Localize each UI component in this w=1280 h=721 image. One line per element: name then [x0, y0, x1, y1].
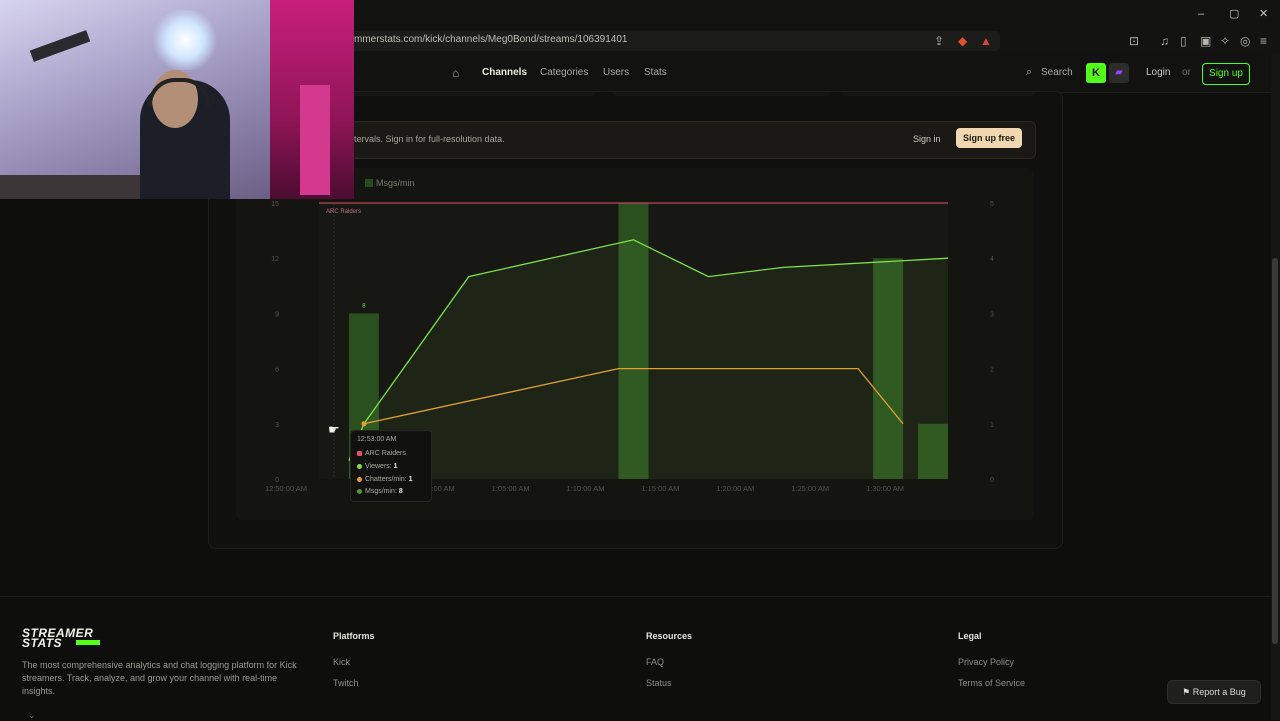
y-left-tick-2: 6 [275, 367, 279, 374]
twitch-platform-toggle[interactable]: ▰ [1109, 63, 1129, 83]
search-button[interactable]: Search [1041, 67, 1073, 78]
footer-tagline: The most comprehensive analytics and cha… [22, 660, 297, 696]
logo-bars-icon [76, 640, 100, 645]
category-band-label: ARC Raiders [326, 209, 361, 215]
maximize-button[interactable]: ▢ [1229, 7, 1239, 20]
tooltip-viewers-label: Viewers: [365, 463, 392, 470]
tooltip-viewers-value: 1 [393, 463, 398, 470]
leo-ai-icon[interactable]: ✧ [1220, 34, 1230, 48]
report-bug-button[interactable]: ⚑ Report a Bug [1167, 680, 1261, 704]
wallet-icon[interactable]: ▣ [1200, 34, 1211, 48]
banner-signin-link[interactable]: Sign in [913, 134, 941, 144]
signup-button[interactable]: Sign up [1202, 63, 1250, 85]
x-tick-6: 1:20:00 AM [716, 484, 754, 493]
tab-search-icon[interactable]: ⊡ [1129, 34, 1139, 48]
viewers-dot [357, 463, 362, 469]
y-left-tick-0: 0 [275, 477, 279, 484]
webcam-doorway [300, 85, 330, 195]
chevron-down-icon[interactable]: ⌄ [28, 710, 36, 721]
tooltip-msgs-label: Msgs/min: [365, 488, 397, 495]
or-separator: or [1182, 67, 1191, 78]
y-left-tick-3: 9 [275, 311, 279, 318]
footer-resources-title: Resources [646, 631, 693, 641]
scrollbar-thumb[interactable] [1272, 258, 1278, 644]
footer-link-terms[interactable]: Terms of Service [958, 678, 1025, 688]
footer-link-faq[interactable]: FAQ [646, 657, 664, 667]
legend-msgs-label[interactable]: Msgs/min [376, 178, 415, 188]
tooltip-chatters-value: 1 [408, 476, 413, 483]
nav-categories[interactable]: Categories [540, 67, 588, 78]
home-icon[interactable]: ⌂ [452, 66, 459, 80]
hexagon-lights [150, 10, 220, 70]
url-text: mmerstats.com/kick/channels/Meg0Bond/str… [354, 34, 628, 45]
menu-icon[interactable]: ≡ [1260, 34, 1267, 48]
footer-legal-title: Legal [958, 631, 982, 641]
tooltip-category: ARC Raiders [357, 450, 406, 457]
share-icon[interactable]: ⇪ [934, 34, 944, 48]
x-tick-7: 1:25:00 AM [791, 484, 829, 493]
minimize-button[interactable]: – [1198, 8, 1204, 20]
y-left-tick-4: 12 [271, 256, 279, 263]
x-tick-5: 1:15:00 AM [641, 484, 679, 493]
y-right-tick-1: 1 [990, 422, 994, 429]
webcam-desk [0, 175, 140, 199]
y-right-tick-3: 3 [990, 311, 994, 318]
tooltip-category-text: ARC Raiders [365, 450, 406, 457]
brave-shield-icon[interactable]: ◆ [958, 34, 967, 48]
nav-users[interactable]: Users [603, 67, 629, 78]
login-link[interactable]: Login [1146, 67, 1170, 78]
x-tick-3: 1:05:00 AM [492, 484, 530, 493]
rewards-icon[interactable]: ▲ [980, 34, 992, 48]
sidebar-icon[interactable]: ▯ [1180, 34, 1187, 48]
tooltip-time: 12:53:00 AM [357, 436, 397, 443]
vpn-icon[interactable]: ◎ [1240, 34, 1250, 48]
y-right-tick-4: 4 [990, 256, 994, 263]
footer-link-twitch[interactable]: Twitch [333, 678, 359, 688]
x-tick-4: 1:10:00 AM [567, 484, 605, 493]
card-divider-right [842, 92, 1034, 96]
y-right-tick-5: 5 [990, 201, 994, 208]
footer-platforms-title: Platforms [333, 631, 375, 641]
kick-platform-toggle[interactable]: K [1086, 63, 1106, 83]
flag-icon: ⚑ [1182, 687, 1191, 697]
logo-line2: STATS [22, 636, 63, 650]
banner-message: tervals. Sign in for full-resolution dat… [354, 134, 505, 144]
nav-channels[interactable]: Channels [482, 67, 527, 78]
tooltip-msgs-value: 8 [398, 488, 403, 495]
tooltip-chatters-label: Chatters/min: [365, 476, 407, 483]
webcam-overlay [0, 0, 354, 199]
streamer-stats-logo[interactable]: STREAMER STATS [22, 627, 93, 650]
card-divider-mid [614, 92, 830, 96]
legend-msgs-swatch [365, 179, 373, 187]
chatters-dot [357, 476, 362, 482]
footer-link-kick[interactable]: Kick [333, 657, 350, 667]
tooltip-viewers: Viewers: 1 [357, 463, 398, 470]
close-window-button[interactable]: ✕ [1259, 7, 1268, 20]
footer-link-privacy[interactable]: Privacy Policy [958, 657, 1014, 667]
nav-stats[interactable]: Stats [644, 67, 667, 78]
y-left-tick-5: 15 [271, 201, 279, 208]
banner-signup-button[interactable]: Sign up free [956, 128, 1022, 148]
category-swatch [357, 450, 362, 456]
mouse-cursor-icon: ☛ [328, 422, 340, 437]
media-icon[interactable]: ♫ [1160, 34, 1169, 48]
footer-link-status[interactable]: Status [646, 678, 672, 688]
x-tick-8: 1:30:00 AM [866, 484, 904, 493]
msgs-dot [357, 488, 362, 494]
tooltip-chatters: Chatters/min: 1 [357, 476, 412, 483]
y-right-tick-2: 2 [990, 367, 994, 374]
hover-point-chatters [361, 421, 367, 427]
x-tick-0: 12:50:00 AM [265, 484, 307, 493]
search-icon[interactable]: ⌕ [1026, 66, 1032, 79]
y-left-tick-1: 3 [275, 422, 279, 429]
y-right-tick-0: 0 [990, 477, 994, 484]
tooltip-msgs: Msgs/min: 8 [357, 488, 403, 495]
chart-tooltip: 12:53:00 AM ARC Raiders Viewers: 1 Chatt… [350, 430, 432, 502]
report-bug-label: Report a Bug [1192, 687, 1246, 697]
